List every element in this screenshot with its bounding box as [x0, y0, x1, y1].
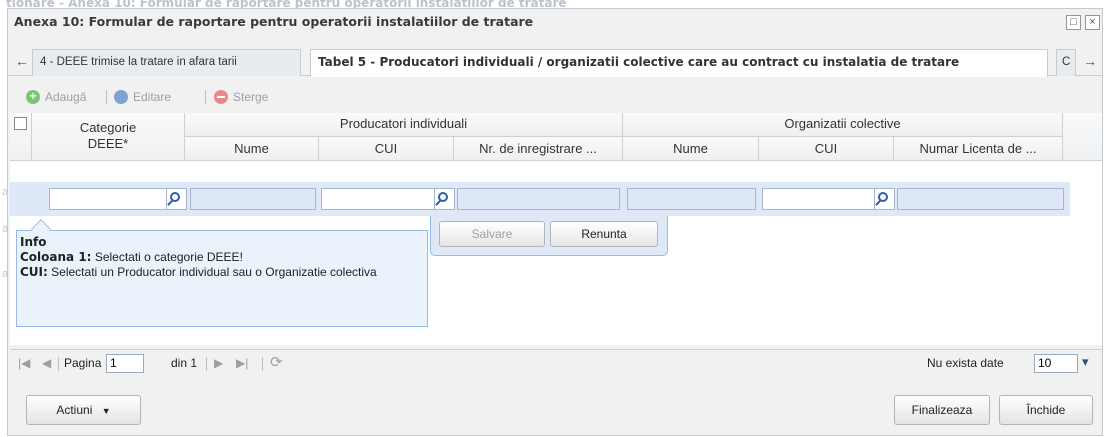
report-window: Anexa 10: Formular de raportare pentru o…	[7, 8, 1103, 436]
ind-cui-search-trigger[interactable]	[435, 188, 455, 210]
toolbar-separator	[106, 90, 107, 104]
edit-button[interactable]: Editare	[114, 88, 171, 106]
add-label: Adaugă	[45, 90, 87, 104]
page-number-input[interactable]: 1	[106, 354, 144, 373]
cancel-button[interactable]: Renunta	[550, 221, 658, 247]
delete-button[interactable]: Sterge	[214, 88, 268, 106]
paging-toolbar: |◀ ◀ Pagina 1 din 1 ▶ ▶| ⟳ Nu exista dat…	[10, 349, 1102, 377]
tooltip-line1-text: Selectati o categorie DEEE!	[91, 250, 243, 264]
bottom-bar: Actiuni ▼ Finalizeaza Închide	[8, 389, 1102, 433]
info-tooltip: Info Coloana 1: Selectati o categorie DE…	[16, 219, 428, 327]
toolbar-separator	[205, 90, 206, 104]
window-titlebar: Anexa 10: Formular de raportare pentru o…	[8, 9, 1102, 37]
prev-page-icon[interactable]: ◀	[42, 356, 51, 370]
header-col-nume[interactable]: Nume	[623, 137, 759, 161]
search-icon	[170, 192, 180, 202]
header-ind-nr-inregistrare[interactable]: Nr. de inregistrare ...	[454, 137, 623, 161]
pager-separator	[58, 357, 59, 371]
header-categorie[interactable]: Categorie DEEE*	[32, 113, 185, 161]
ind-cui-input[interactable]	[321, 188, 435, 210]
tab-scroll-left-icon[interactable]: ←	[12, 49, 32, 75]
close-icon[interactable]: ×	[1085, 15, 1100, 30]
window-title: Anexa 10: Formular de raportare pentru o…	[14, 14, 534, 29]
header-col-cui[interactable]: CUI	[759, 137, 894, 161]
empty-message: Nu exista date	[927, 356, 1004, 370]
header-group-producatori-individuali: Producatori individuali	[185, 113, 623, 137]
tab-deee-trimise[interactable]: 4 - DEEE trimise la tratare in afara tar…	[32, 49, 301, 76]
page-size-select[interactable]: 10	[1034, 354, 1078, 373]
next-page-icon[interactable]: ▶	[214, 356, 223, 370]
maximize-icon[interactable]: □	[1066, 15, 1081, 30]
col-nume-input[interactable]	[627, 188, 756, 210]
col-cui-search-trigger[interactable]	[875, 188, 895, 210]
edit-icon	[114, 90, 128, 104]
page-label: Pagina	[64, 356, 102, 370]
select-all-checkbox[interactable]	[14, 117, 27, 130]
actions-button[interactable]: Actiuni ▼	[26, 395, 141, 425]
chevron-down-icon: ▼	[101, 406, 111, 416]
grid-toolbar: Adaugă Editare Sterge	[8, 86, 1102, 108]
close-button[interactable]: Închide	[999, 395, 1093, 425]
delete-label: Sterge	[233, 90, 269, 104]
finalize-button[interactable]: Finalizeaza	[894, 395, 990, 425]
row-editor-buttons: Salvare Renunta	[430, 216, 668, 256]
add-button[interactable]: Adaugă	[26, 87, 87, 106]
ind-nr-input[interactable]	[457, 188, 620, 210]
col-cui-input[interactable]	[762, 188, 875, 210]
header-col-numar-licenta[interactable]: Numar Licenta de ...	[894, 137, 1063, 161]
header-ind-nume[interactable]: Nume	[185, 137, 319, 161]
pager-separator	[206, 357, 207, 371]
page-count-label: din 1	[171, 356, 198, 370]
add-icon	[26, 87, 40, 105]
header-ind-cui[interactable]: CUI	[319, 137, 454, 161]
last-page-icon[interactable]: ▶|	[236, 356, 248, 370]
save-button[interactable]: Salvare	[439, 221, 545, 247]
col-licenta-input[interactable]	[897, 188, 1064, 210]
tooltip-line1-key: Coloana 1:	[20, 250, 92, 264]
ind-nume-input[interactable]	[190, 188, 316, 210]
header-spacer	[1063, 113, 1102, 161]
tab-tabel-5[interactable]: Tabel 5 - Producatori individuali / orga…	[310, 49, 1048, 77]
refresh-icon[interactable]: ⟳	[270, 353, 283, 371]
pager-separator	[262, 357, 263, 371]
chevron-down-icon[interactable]: ▾	[1082, 354, 1089, 370]
tab-scroll-right-icon[interactable]: →	[1080, 49, 1100, 75]
select-all-header	[10, 113, 32, 161]
row-editor	[10, 182, 1070, 216]
categorie-input[interactable]	[49, 188, 167, 210]
search-icon	[438, 192, 448, 202]
tab-next[interactable]: C	[1056, 49, 1076, 76]
delete-icon	[214, 90, 228, 104]
search-icon	[878, 192, 888, 202]
actions-label: Actiuni	[56, 403, 93, 417]
first-page-icon[interactable]: |◀	[18, 356, 30, 370]
tooltip-line2-key: CUI:	[20, 265, 48, 279]
edit-label: Editare	[133, 90, 172, 104]
tooltip-line2-text: Selectati un Producator individual sau o…	[47, 265, 377, 279]
categorie-search-trigger[interactable]	[167, 188, 187, 210]
tab-strip: ← 4 - DEEE trimise la tratare in afara t…	[8, 44, 1102, 77]
header-group-organizatii-colective: Organizatii colective	[623, 113, 1063, 137]
